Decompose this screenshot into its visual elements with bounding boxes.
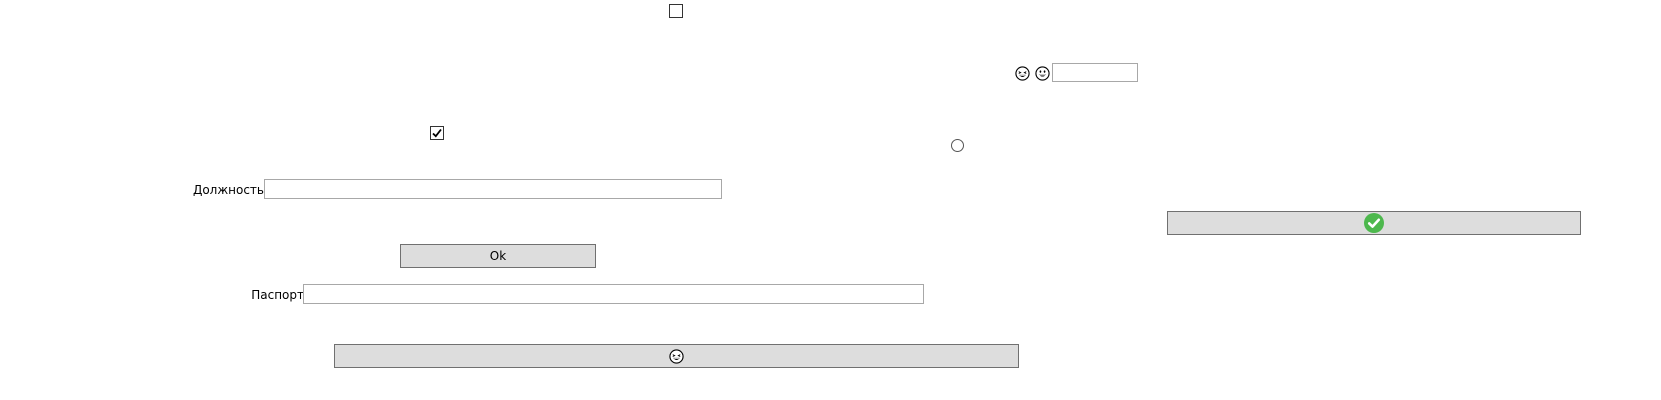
grinning-squint-face-icon: [669, 348, 684, 364]
grinning-face-icon: [1035, 66, 1050, 81]
checked-checkbox[interactable]: [430, 126, 444, 140]
green-checkmark-icon: [1364, 213, 1384, 233]
checkmark-icon: [432, 128, 442, 138]
top-checkbox[interactable]: [669, 4, 683, 18]
grinning-squint-face-icon: [1015, 66, 1030, 81]
small-text-input[interactable]: [1052, 63, 1138, 82]
passport-input[interactable]: [303, 284, 924, 304]
confirm-button[interactable]: [1167, 211, 1581, 235]
passport-label: Паспорт: [251, 288, 304, 302]
emoji-button[interactable]: [334, 344, 1019, 368]
radio-button[interactable]: [951, 139, 964, 152]
position-label: Должность: [192, 183, 264, 197]
ok-button[interactable]: Ok: [400, 244, 596, 268]
position-input[interactable]: [264, 179, 722, 199]
